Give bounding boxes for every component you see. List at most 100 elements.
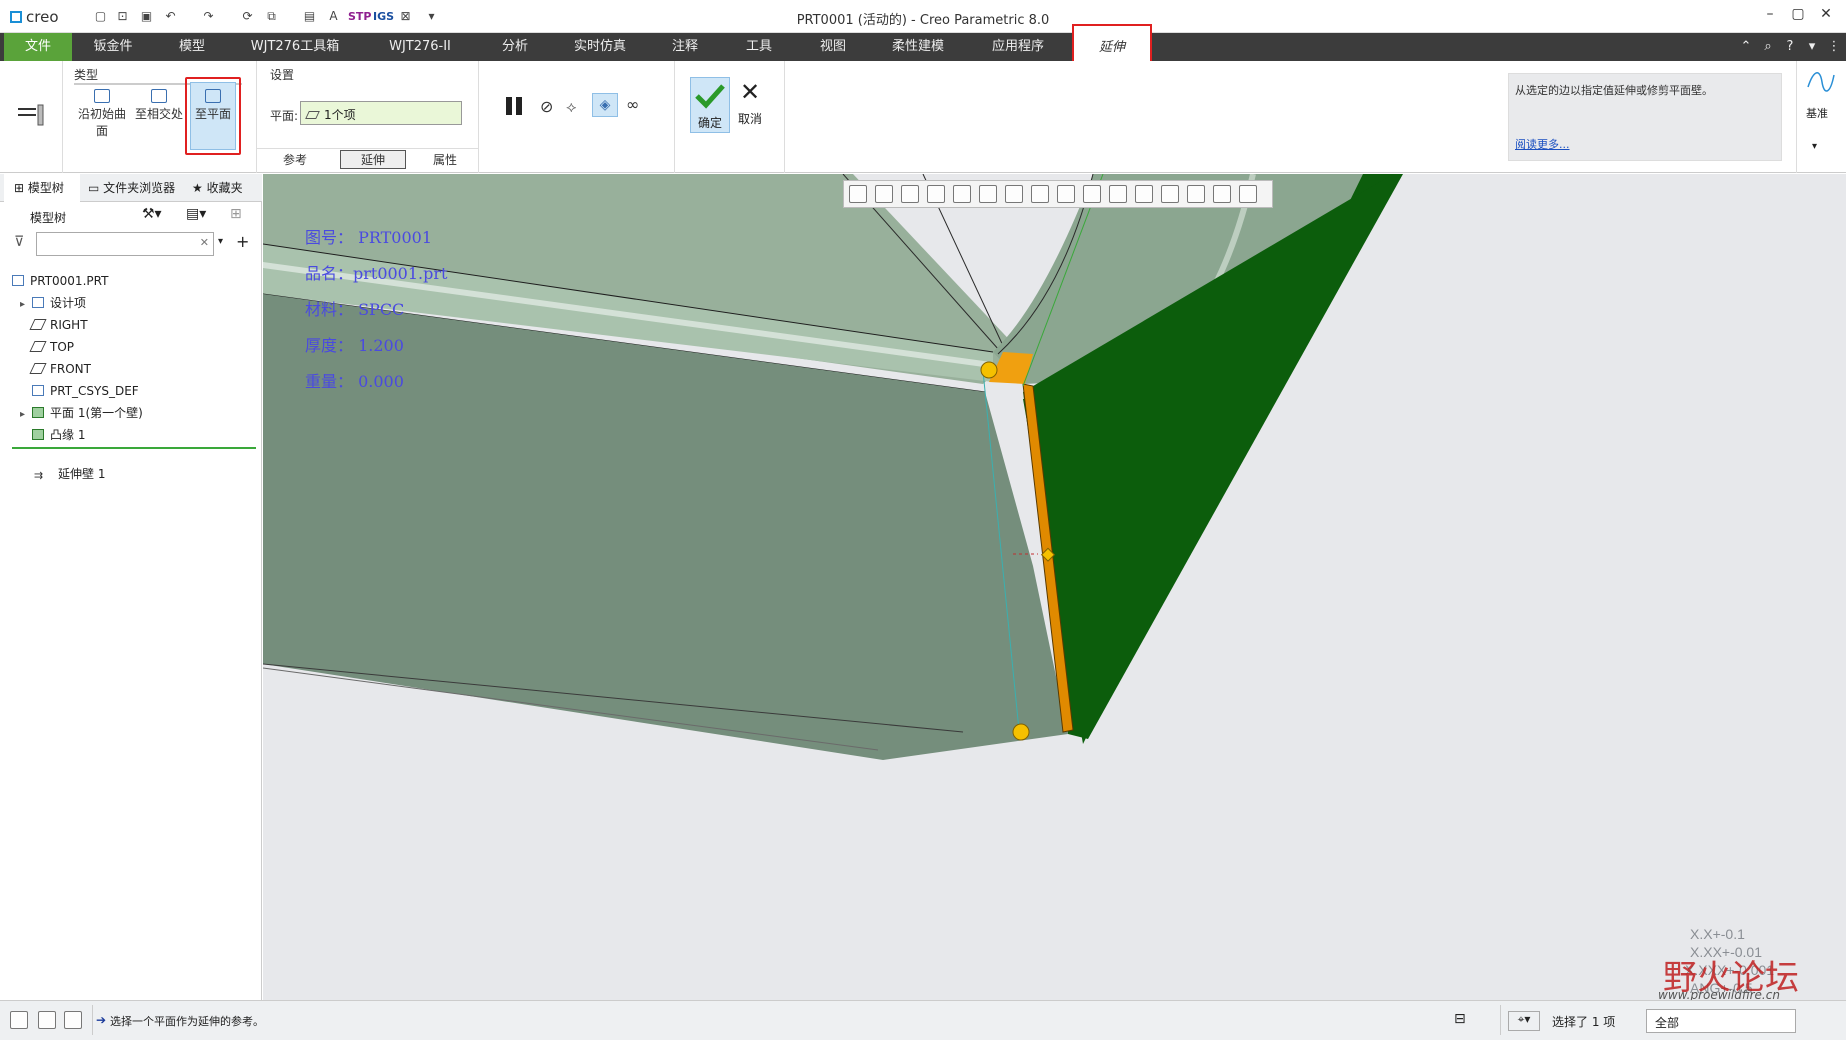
tab-flexible-modeling[interactable]: 柔性建模 xyxy=(882,33,954,61)
tab-properties[interactable]: 属性 xyxy=(420,151,470,170)
show-browser-icon[interactable] xyxy=(38,1011,56,1029)
expand-arrow-icon[interactable]: ▸ xyxy=(20,405,32,425)
regen-status-icon[interactable]: ⊟ xyxy=(1454,1011,1472,1029)
drag-handle[interactable] xyxy=(980,361,998,379)
tree-item[interactable]: TOP xyxy=(20,337,74,357)
tab-folder-browser[interactable]: ▭ 文件夹浏览器 xyxy=(88,174,184,202)
spin-center-icon[interactable] xyxy=(1187,185,1205,203)
plane-collector[interactable]: 1个项 xyxy=(300,101,462,125)
show-options-icon[interactable]: ▤▾ xyxy=(186,206,206,222)
tree-item[interactable]: RIGHT xyxy=(20,315,88,335)
expand-arrow-icon[interactable]: ▸ xyxy=(20,295,32,315)
datum-axes-icon[interactable] xyxy=(1083,185,1101,203)
read-more-link[interactable]: 阅读更多... xyxy=(1515,136,1570,152)
search-dropdown-icon[interactable]: ▾ xyxy=(218,236,223,247)
tab-sheetmetal[interactable]: 钣金件 xyxy=(80,33,146,61)
tab-analysis[interactable]: 分析 xyxy=(490,33,540,61)
datum-dropdown-icon[interactable]: ▾ xyxy=(1812,141,1817,152)
datum-planes-icon[interactable] xyxy=(1057,185,1075,203)
ok-button[interactable]: 确定 xyxy=(690,77,730,133)
to-intersection-label: 至相交处 xyxy=(134,107,183,121)
full-screen-icon[interactable] xyxy=(64,1011,82,1029)
tree-item-label: 设计项 xyxy=(50,296,87,310)
glasses-preview-icon[interactable]: ∞ xyxy=(626,95,639,114)
tree-item[interactable]: PRT_CSYS_DEF xyxy=(20,381,139,401)
clear-search-icon[interactable]: ✕ xyxy=(200,236,209,249)
tab-applications[interactable]: 应用程序 xyxy=(978,33,1058,61)
csys-icon[interactable] xyxy=(1135,185,1153,203)
tree-filter-icon[interactable]: ⊞ xyxy=(230,206,242,222)
maximize-button[interactable]: ▢ xyxy=(1786,6,1810,26)
to-intersection-button[interactable]: 至相交处 xyxy=(134,89,184,122)
along-initial-surface-button[interactable]: 沿初始曲面 xyxy=(74,89,130,139)
tab-annotate[interactable]: 注释 xyxy=(660,33,710,61)
tree-item[interactable]: 凸缘 1 xyxy=(20,425,85,445)
tree-settings-icon[interactable]: ⚒▾ xyxy=(142,206,162,222)
tab-file[interactable]: 文件 xyxy=(4,33,72,61)
saved-views-icon[interactable] xyxy=(979,185,997,203)
ok-label: 确定 xyxy=(697,116,722,130)
pause-button[interactable] xyxy=(504,95,526,117)
csys-icon xyxy=(32,385,44,396)
tree-item[interactable]: PRT0001.PRT xyxy=(12,271,108,291)
search-icon[interactable]: ⌕ xyxy=(1758,33,1778,61)
collapse-ribbon-icon[interactable]: ⌃ xyxy=(1736,33,1756,61)
model-tree-panel: ⊞ 模型树 ▭ 文件夹浏览器 ★ 收藏夹 模型树 ⚒▾ ▤▾ ⊞ ⊽ ✕ ▾ +… xyxy=(0,174,262,1000)
tab-model[interactable]: 模型 xyxy=(162,33,222,61)
selection-count: 选择了 1 项 xyxy=(1552,1015,1616,1029)
zoom-in-icon[interactable] xyxy=(875,185,893,203)
tree-search-input[interactable]: ✕ xyxy=(36,232,214,256)
drag-handle[interactable] xyxy=(1012,723,1030,741)
verify-icon[interactable]: ⟡ xyxy=(566,97,577,117)
no-preview-icon[interactable]: ⊘ xyxy=(540,97,553,116)
show-navigator-icon[interactable] xyxy=(10,1011,28,1029)
next-view-icon[interactable] xyxy=(1239,185,1257,203)
datum-points-icon[interactable] xyxy=(1109,185,1127,203)
info-material: 材料： SPCC xyxy=(305,300,405,319)
info-drawing-no: 图号： PRT0001 xyxy=(305,228,433,247)
close-button[interactable]: ✕ xyxy=(1814,6,1838,26)
tab-wjt276-ii[interactable]: WJT276-II xyxy=(372,33,468,61)
tab-model-tree[interactable]: ⊞ 模型树 xyxy=(4,174,80,202)
tab-extension[interactable]: 延伸 xyxy=(340,150,406,169)
minimize-button[interactable]: – xyxy=(1758,6,1782,26)
preview-toggle-icon[interactable]: ◈ xyxy=(592,93,618,117)
selection-filter-dropdown[interactable]: 全部 xyxy=(1646,1009,1796,1033)
status-bar: ➔ 选择一个平面作为延伸的参考。 ⊟ ⌖▾ 选择了 1 项 全部 xyxy=(0,1000,1846,1040)
tab-tools[interactable]: 工具 xyxy=(734,33,784,61)
zoom-out-icon[interactable] xyxy=(901,185,919,203)
favorites-icon: ★ xyxy=(192,181,207,195)
refit-icon[interactable] xyxy=(849,185,867,203)
tab-view[interactable]: 视图 xyxy=(808,33,858,61)
display-style-icon[interactable] xyxy=(953,185,971,203)
smart-filter-icon[interactable]: ⌖▾ xyxy=(1508,1011,1540,1031)
tree-header: 模型树 xyxy=(30,211,67,225)
repaint-icon[interactable] xyxy=(927,185,945,203)
tree-item-extend-wall[interactable]: ⇉ 延伸壁 1 xyxy=(34,464,105,484)
along-surface-icon xyxy=(94,89,110,103)
add-icon[interactable]: + xyxy=(236,232,249,251)
ribbon-options-icon[interactable]: ▾ xyxy=(1802,33,1822,61)
graphics-viewport[interactable]: 图号： PRT0001 品名：prt0001.prt 材料： SPCC 厚度： … xyxy=(263,174,1846,1000)
datum-curve-icon[interactable] xyxy=(1806,67,1836,97)
divider xyxy=(1500,1005,1501,1035)
tab-wjt276-toolbox[interactable]: WJT276工具箱 xyxy=(240,33,350,61)
tree-item[interactable]: FRONT xyxy=(20,359,91,379)
tab-favorites[interactable]: ★ 收藏夹 xyxy=(192,174,260,202)
filter-icon[interactable]: ⊽ xyxy=(14,234,24,250)
divider xyxy=(62,61,63,173)
view-manager-icon[interactable] xyxy=(1005,185,1023,203)
pause-regen-icon[interactable] xyxy=(1213,185,1231,203)
to-plane-button[interactable]: 至平面 xyxy=(185,77,241,155)
tree-item-label: PRT_CSYS_DEF xyxy=(50,384,139,398)
tree-item[interactable]: ▸ 平面 1(第一个壁) xyxy=(20,403,143,423)
more-icon[interactable]: ⋮ xyxy=(1824,33,1844,61)
cancel-button[interactable]: ✕ 取消 xyxy=(734,77,766,133)
perspective-icon[interactable] xyxy=(1031,185,1049,203)
tab-simulation[interactable]: 实时仿真 xyxy=(564,33,636,61)
tab-references[interactable]: 参考 xyxy=(270,151,320,170)
tree-item[interactable]: ▸ 设计项 xyxy=(20,293,86,313)
annotations-icon[interactable] xyxy=(1161,185,1179,203)
plane-label: 平面: xyxy=(270,109,299,123)
help-icon[interactable]: ? xyxy=(1780,33,1800,61)
